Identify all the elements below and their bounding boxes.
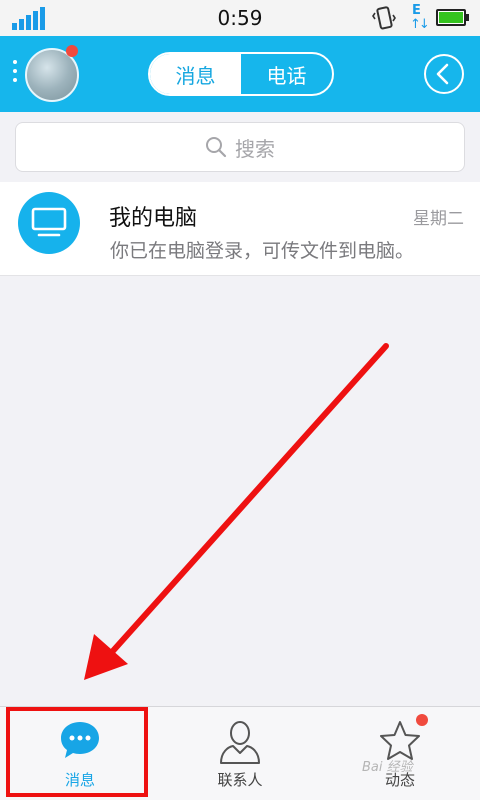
back-button[interactable] xyxy=(424,54,464,94)
network-icon: E ↑↓ xyxy=(408,3,432,33)
battery-icon xyxy=(436,9,469,26)
conversation-preview: 你已在电脑登录，可传文件到电脑。 xyxy=(110,240,415,262)
notification-badge xyxy=(66,45,78,57)
segmented-tabs: 消息 电话 xyxy=(148,52,334,96)
chat-bubble-icon xyxy=(61,722,99,758)
search-input[interactable]: 搜索 xyxy=(15,122,465,172)
search-icon xyxy=(206,137,227,158)
tab-bar-moments[interactable]: 动态 xyxy=(320,707,480,800)
tab-bar-messages[interactable]: 消息 xyxy=(0,707,160,800)
network-type: E xyxy=(412,3,421,18)
conversation-title: 我的电脑 xyxy=(109,206,198,231)
menu-dots-icon[interactable] xyxy=(13,60,19,86)
network-arrows: ↑↓ xyxy=(410,17,430,32)
conversation-avatar xyxy=(18,192,80,254)
tab-phone[interactable]: 电话 xyxy=(241,54,332,94)
search-placeholder: 搜索 xyxy=(235,136,275,161)
chevron-left-icon xyxy=(436,63,449,85)
bottom-tab-bar: 消息 联系人 动态 xyxy=(0,706,480,800)
list-item[interactable]: 我的电脑 星期二 你已在电脑登录，可传文件到电脑。 xyxy=(0,182,480,276)
tab-label-messages: 消息 xyxy=(64,771,95,789)
contact-person-icon xyxy=(220,721,260,764)
moments-badge xyxy=(416,714,428,726)
vibrate-icon xyxy=(372,6,396,30)
watermark: Bai 经验 xyxy=(362,760,413,775)
tab-messages[interactable]: 消息 xyxy=(150,54,241,94)
conversation-time: 星期二 xyxy=(413,209,464,229)
header: 消息 电话 xyxy=(0,36,480,112)
monitor-icon xyxy=(31,207,67,237)
tab-label-contacts: 联系人 xyxy=(217,771,263,789)
status-bar: 0:59 E ↑↓ xyxy=(0,0,480,36)
tab-bar-contacts[interactable]: 联系人 xyxy=(160,707,320,800)
annotation-arrow xyxy=(84,343,389,680)
